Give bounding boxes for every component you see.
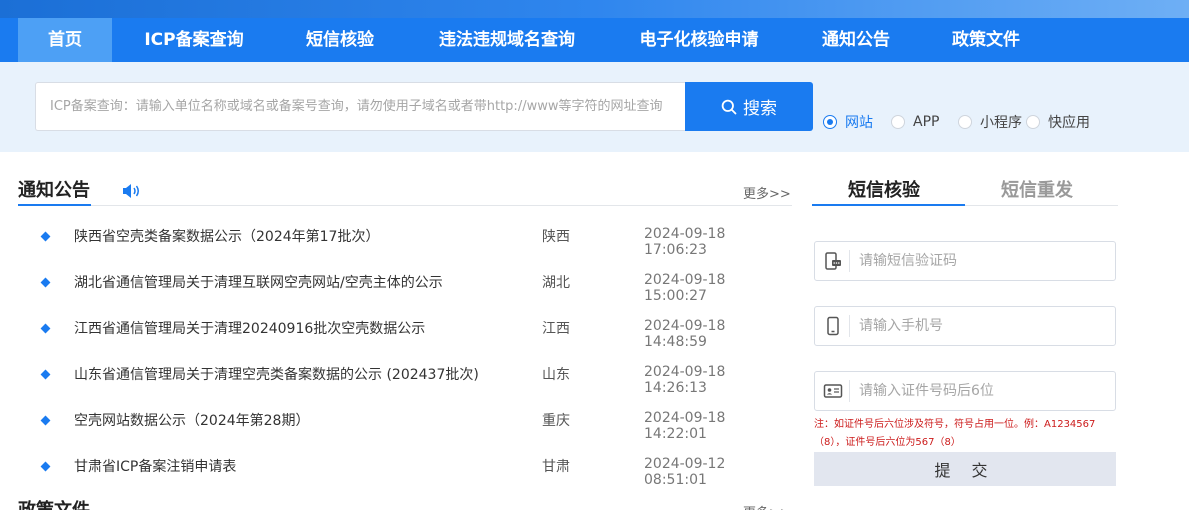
notice-date: 2024-09-18 14:22:01 bbox=[644, 410, 726, 442]
notice-region: 湖北 bbox=[542, 275, 570, 291]
notice-region: 江西 bbox=[542, 321, 570, 337]
notice-region: 重庆 bbox=[542, 413, 570, 429]
notice-title[interactable]: 湖北省通信管理局关于清理互联网空壳网站/空壳主体的公示 bbox=[74, 272, 443, 292]
radio-label: 小程序 bbox=[980, 115, 1022, 131]
sms-code-field bbox=[814, 241, 1116, 281]
notices-title: 通知公告 bbox=[18, 180, 90, 201]
nav-item-icp-query[interactable]: ICP备案查询 bbox=[122, 18, 266, 62]
radio-dot bbox=[1026, 115, 1040, 129]
radio-app[interactable]: APP bbox=[891, 113, 939, 131]
radio-quick-app[interactable]: 快应用 bbox=[1026, 113, 1090, 131]
diamond-bullet-icon bbox=[40, 369, 51, 380]
nav-item-notices[interactable]: 通知公告 bbox=[806, 18, 906, 62]
mobile-phone-icon bbox=[827, 316, 839, 336]
notice-row[interactable]: 湖北省通信管理局关于清理互联网空壳网站/空壳主体的公示 湖北 2024-09-1… bbox=[18, 268, 792, 314]
radio-dot bbox=[958, 115, 972, 129]
notice-date: 2024-09-12 08:51:01 bbox=[644, 456, 726, 488]
policies-title: 政策文件 bbox=[18, 496, 90, 510]
phone-input[interactable] bbox=[859, 307, 1109, 345]
notice-region: 山东 bbox=[542, 367, 570, 383]
search-button[interactable]: 搜索 bbox=[685, 82, 813, 131]
diamond-bullet-icon bbox=[40, 461, 51, 472]
notice-title[interactable]: 甘肃省ICP备案注销申请表 bbox=[74, 456, 236, 476]
notice-row[interactable]: 江西省通信管理局关于清理20240916批次空壳数据公示 江西 2024-09-… bbox=[18, 314, 792, 360]
notice-row[interactable]: 山东省通信管理局关于清理空壳类备案数据的公示 (202437批次) 山东 202… bbox=[18, 360, 792, 406]
nav-item-policies[interactable]: 政策文件 bbox=[936, 18, 1036, 62]
field-separator bbox=[849, 250, 850, 272]
search-band: 搜索 网站 APP 小程序 快应用 bbox=[0, 62, 1189, 152]
policies-more-link[interactable]: 更多>> bbox=[743, 502, 791, 510]
notice-region: 甘肃 bbox=[542, 459, 570, 475]
sms-code-input[interactable] bbox=[859, 242, 1109, 280]
search-icon bbox=[721, 99, 737, 114]
notice-date: 2024-09-18 17:06:23 bbox=[644, 226, 726, 258]
radio-label: 网站 bbox=[845, 115, 873, 131]
notice-title[interactable]: 江西省通信管理局关于清理20240916批次空壳数据公示 bbox=[74, 318, 425, 338]
nav-item-sms-verify[interactable]: 短信核验 bbox=[290, 18, 390, 62]
notice-title[interactable]: 山东省通信管理局关于清理空壳类备案数据的公示 (202437批次) bbox=[74, 364, 479, 384]
diamond-bullet-icon bbox=[40, 231, 51, 242]
search-input[interactable] bbox=[35, 82, 687, 131]
nav-item-electronic-verify[interactable]: 电子化核验申请 bbox=[622, 18, 776, 62]
sms-tabs: 短信核验 短信重发 bbox=[812, 170, 1118, 206]
id-number-field bbox=[814, 371, 1116, 411]
radio-label: 快应用 bbox=[1048, 115, 1090, 131]
radio-mini-program[interactable]: 小程序 bbox=[958, 113, 1022, 131]
id-number-input[interactable] bbox=[859, 372, 1109, 410]
id-card-icon bbox=[823, 384, 843, 398]
notices-divider bbox=[18, 205, 792, 206]
notice-row[interactable]: 陕西省空壳类备案数据公示（2024年第17批次） 陕西 2024-09-18 1… bbox=[18, 222, 792, 268]
field-separator bbox=[849, 380, 850, 402]
radio-dot bbox=[891, 115, 905, 129]
phone-field bbox=[814, 306, 1116, 346]
notice-title[interactable]: 陕西省空壳类备案数据公示（2024年第17批次） bbox=[74, 226, 379, 246]
notice-date: 2024-09-18 14:48:59 bbox=[644, 318, 726, 350]
tab-sms-verify[interactable]: 短信核验 bbox=[848, 176, 920, 202]
notices-title-underline bbox=[18, 204, 91, 206]
notice-date: 2024-09-18 14:26:13 bbox=[644, 364, 726, 396]
radio-label: APP bbox=[913, 114, 940, 130]
nav-item-illegal-domain[interactable]: 违法违规域名查询 bbox=[418, 18, 596, 62]
notice-region: 陕西 bbox=[542, 229, 570, 245]
search-button-label: 搜索 bbox=[743, 99, 777, 119]
tab-sms-resend[interactable]: 短信重发 bbox=[1001, 176, 1073, 202]
radio-website[interactable]: 网站 bbox=[823, 113, 873, 131]
notice-row[interactable]: 空壳网站数据公示（2024年第28期） 重庆 2024-09-18 14:22:… bbox=[18, 406, 792, 452]
id-number-note: 注：如证件号后六位涉及符号，符号占用一位。例：A1234567（8），证件号后六… bbox=[814, 419, 1096, 448]
notice-title[interactable]: 空壳网站数据公示（2024年第28期） bbox=[74, 410, 309, 430]
notice-date: 2024-09-18 15:00:27 bbox=[644, 272, 726, 304]
notices-more-link[interactable]: 更多>> bbox=[743, 183, 791, 202]
diamond-bullet-icon bbox=[40, 415, 51, 426]
field-separator bbox=[849, 315, 850, 337]
nav-item-home[interactable]: 首页 bbox=[18, 18, 112, 62]
submit-button[interactable]: 提 交 bbox=[814, 452, 1116, 486]
diamond-bullet-icon bbox=[40, 323, 51, 334]
radio-dot bbox=[823, 115, 837, 129]
phone-message-icon bbox=[825, 252, 841, 270]
header-banner-strip bbox=[0, 0, 1189, 18]
active-tab-underline bbox=[812, 204, 965, 206]
main-nav: 首页 ICP备案查询 短信核验 违法违规域名查询 电子化核验申请 通知公告 政策… bbox=[0, 18, 1189, 62]
notice-row[interactable]: 甘肃省ICP备案注销申请表 甘肃 2024-09-12 08:51:01 bbox=[18, 452, 792, 498]
speaker-icon bbox=[123, 184, 139, 198]
diamond-bullet-icon bbox=[40, 277, 51, 288]
